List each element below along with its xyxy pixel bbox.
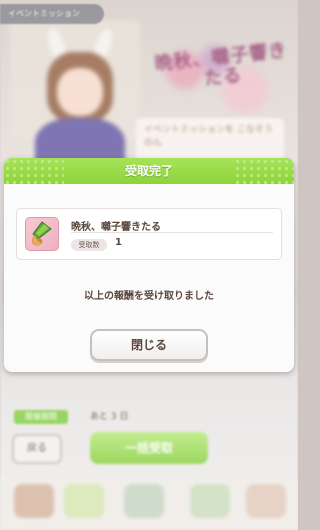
horseshoe-badge-icon [25,217,59,251]
reward-item-card: 晩秋、囃子響きたる 受取数 1 [16,208,282,260]
reward-item-name: 晩秋、囃子響きたる [71,222,161,233]
dialog-title: 受取完了 [124,164,173,178]
quantity-label: 受取数 [71,239,107,251]
reward-message: 以上の報酬を受け取りました [84,291,214,302]
reward-received-dialog: 受取完了 晩秋、囃子響きたる 受取数 1 以上の報酬を受け取りました 閉じる [4,158,294,372]
divider [71,232,273,233]
close-button[interactable]: 閉じる [90,329,208,361]
quantity-value: 1 [115,237,122,248]
